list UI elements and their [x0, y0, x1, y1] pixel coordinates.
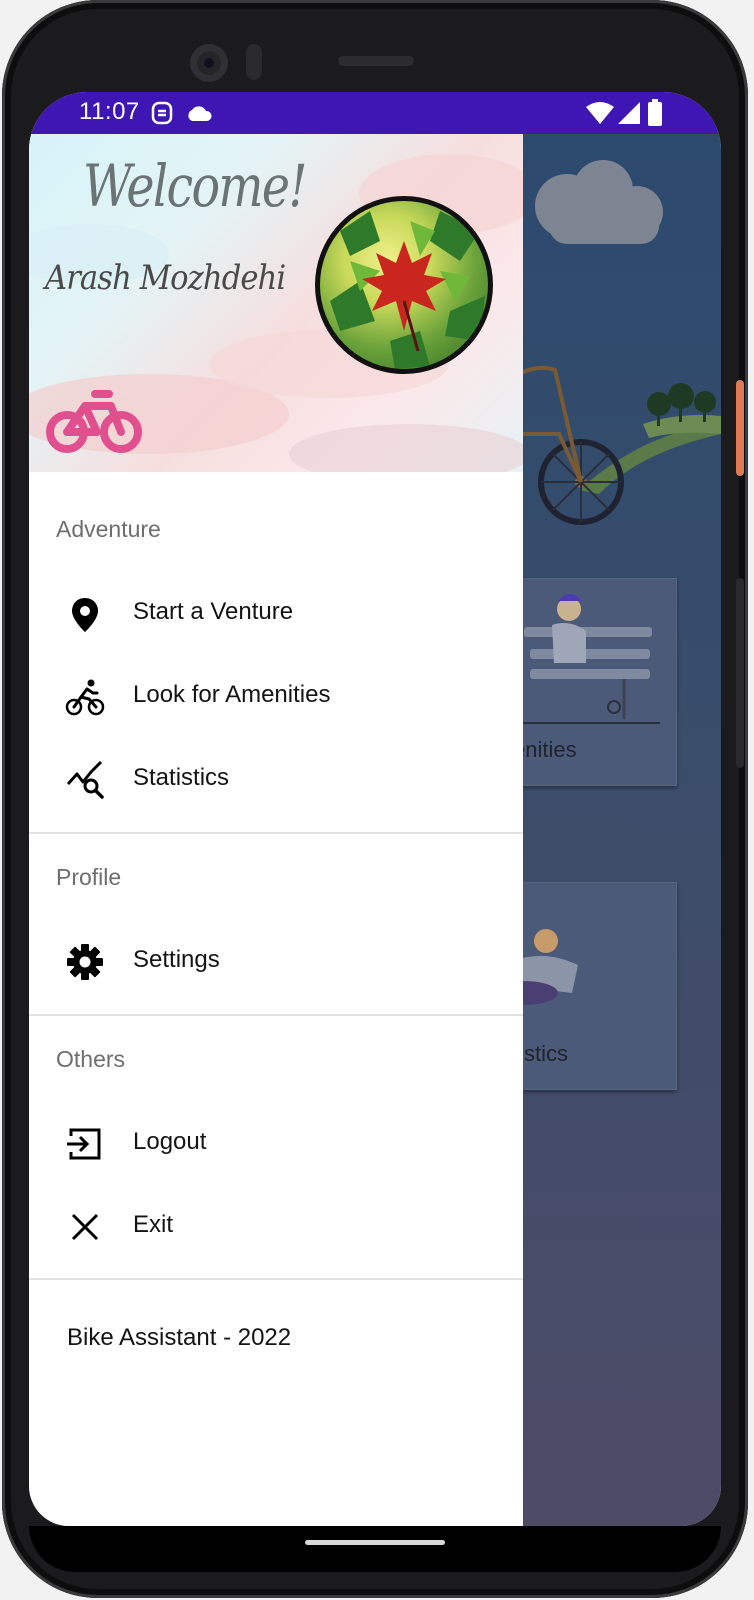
menu-item-exit[interactable]: Exit — [29, 1187, 523, 1263]
screen: Amenities Statistics 11:07 Welcome! Aras… — [29, 92, 721, 1526]
battery-icon — [648, 99, 662, 126]
drawer-header: Welcome! Arash Mozhdehi — [29, 134, 523, 472]
section-title-others: Others — [56, 1046, 126, 1072]
proximity-sensor — [246, 44, 262, 80]
vpn-icon — [151, 101, 173, 125]
drawer-footer: Bike Assistant - 2022 — [67, 1324, 292, 1351]
gesture-handle[interactable] — [305, 1540, 445, 1545]
divider — [29, 832, 523, 834]
volume-button — [736, 578, 744, 768]
bike-logo-icon — [46, 390, 142, 453]
section-title-profile: Profile — [56, 864, 122, 890]
menu-item-statistics[interactable]: Statistics — [29, 740, 523, 816]
avatar[interactable] — [315, 196, 493, 374]
menu-item-exit-label: Exit — [133, 1211, 174, 1238]
menu-item-amenities-label: Look for Amenities — [133, 681, 331, 708]
menu-item-start-venture-label: Start a Venture — [133, 598, 294, 625]
divider — [29, 1278, 523, 1280]
gear-icon — [67, 944, 103, 980]
maple-leaf-photo — [330, 211, 485, 369]
menu-item-statistics-label: Statistics — [133, 764, 230, 791]
earpiece-speaker — [338, 56, 414, 66]
cloud-icon — [188, 106, 212, 121]
close-icon — [71, 1213, 99, 1241]
menu-item-start-venture[interactable]: Start a Venture — [29, 574, 523, 650]
power-button — [736, 380, 744, 476]
menu-item-settings-label: Settings — [133, 946, 220, 973]
query-stats-icon — [66, 760, 104, 799]
location-pin-icon — [72, 598, 98, 632]
welcome-heading: Welcome! — [83, 152, 308, 220]
logout-icon — [67, 1128, 101, 1160]
navigation-bar — [29, 1526, 721, 1572]
menu-item-logout[interactable]: Logout — [29, 1104, 523, 1180]
cellular-signal-icon — [618, 102, 640, 124]
wifi-icon — [586, 102, 614, 124]
divider — [29, 1014, 523, 1016]
status-bar: 11:07 — [29, 92, 721, 134]
navigation-drawer: Welcome! Arash Mozhdehi Adventure Start … — [29, 134, 523, 1526]
menu-item-logout-label: Logout — [133, 1128, 207, 1155]
section-title-adventure: Adventure — [56, 516, 161, 542]
front-camera — [190, 44, 228, 82]
menu-item-settings[interactable]: Settings — [29, 922, 523, 998]
menu-item-amenities[interactable]: Look for Amenities — [29, 657, 523, 733]
cyclist-icon — [65, 679, 105, 716]
status-time: 11:07 — [79, 98, 140, 125]
user-name: Arash Mozhdehi — [45, 258, 286, 298]
